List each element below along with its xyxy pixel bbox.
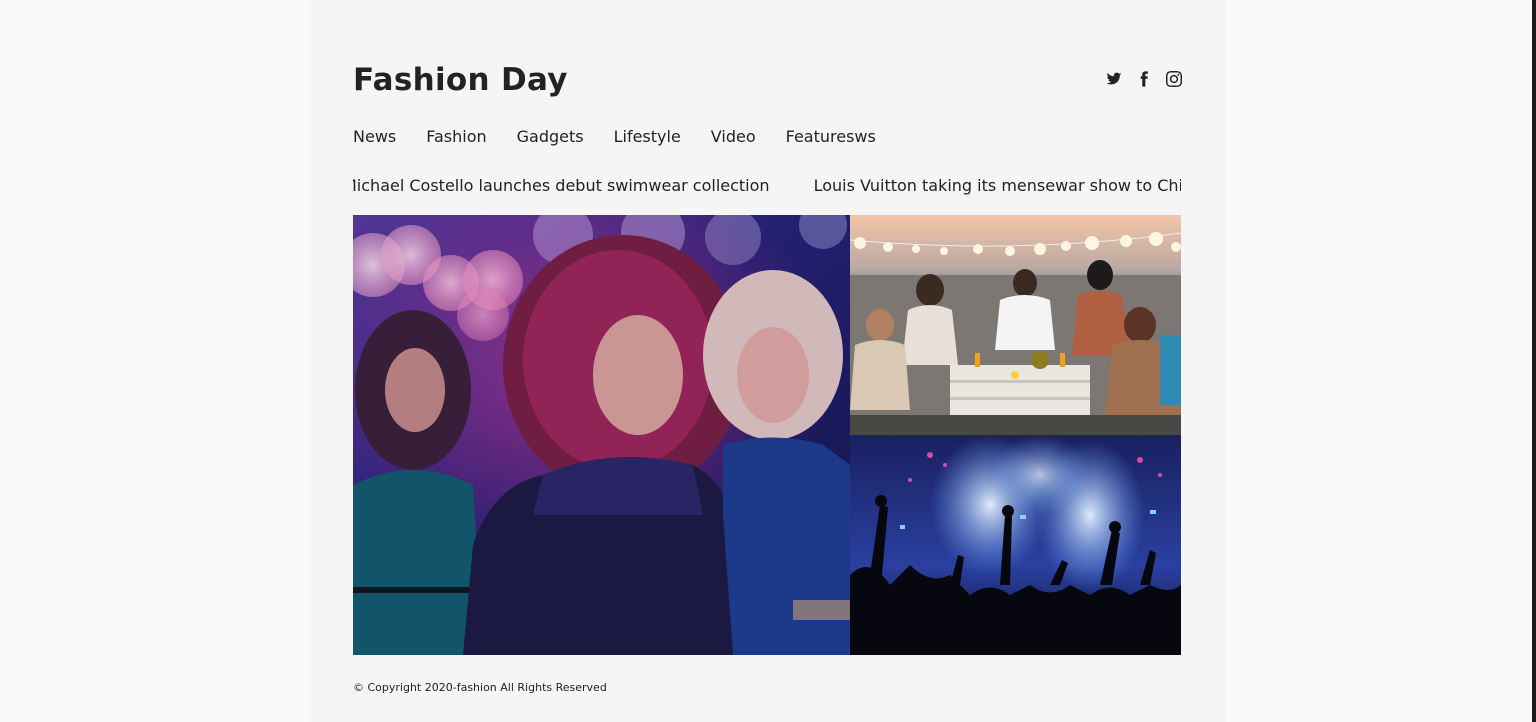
ticker-headline[interactable]: Louis Vuitton taking its mensewar show t… xyxy=(814,174,1181,198)
nav-item-news[interactable]: News xyxy=(353,126,396,148)
featured-photo-beach[interactable] xyxy=(850,215,1181,435)
nav-item-fashion[interactable]: Fashion xyxy=(426,126,486,148)
beach-party-image xyxy=(850,215,1181,435)
party-women-image xyxy=(353,215,850,655)
footer-copyright: © Copyright 2020-fashion All Rights Rese… xyxy=(353,681,607,694)
facebook-icon[interactable] xyxy=(1135,70,1153,88)
ticker-headline[interactable]: Michael Costello launches debut swimwear… xyxy=(353,174,770,198)
main-nav: News Fashion Gadgets Lifestyle Video Fea… xyxy=(353,126,876,148)
nav-item-video[interactable]: Video xyxy=(711,126,756,148)
nav-item-features[interactable]: Featuresws xyxy=(786,126,876,148)
news-ticker: Michael Costello launches debut swimwear… xyxy=(353,174,1181,198)
ticker-track: Michael Costello launches debut swimwear… xyxy=(353,174,1181,198)
featured-photo-concert[interactable] xyxy=(850,435,1181,655)
concert-crowd-image xyxy=(850,435,1181,655)
twitter-icon[interactable] xyxy=(1105,70,1123,88)
featured-photo-main[interactable] xyxy=(353,215,850,655)
nav-item-lifestyle[interactable]: Lifestyle xyxy=(614,126,681,148)
featured-gallery xyxy=(353,215,1181,655)
page-scrollbar[interactable] xyxy=(1532,0,1536,722)
nav-item-gadgets[interactable]: Gadgets xyxy=(517,126,584,148)
site-logo[interactable]: Fashion Day xyxy=(353,58,568,102)
instagram-icon[interactable] xyxy=(1165,70,1183,88)
page-container: Fashion Day News Fashion Gadgets Lifesty… xyxy=(308,0,1227,722)
social-links xyxy=(1105,70,1183,88)
